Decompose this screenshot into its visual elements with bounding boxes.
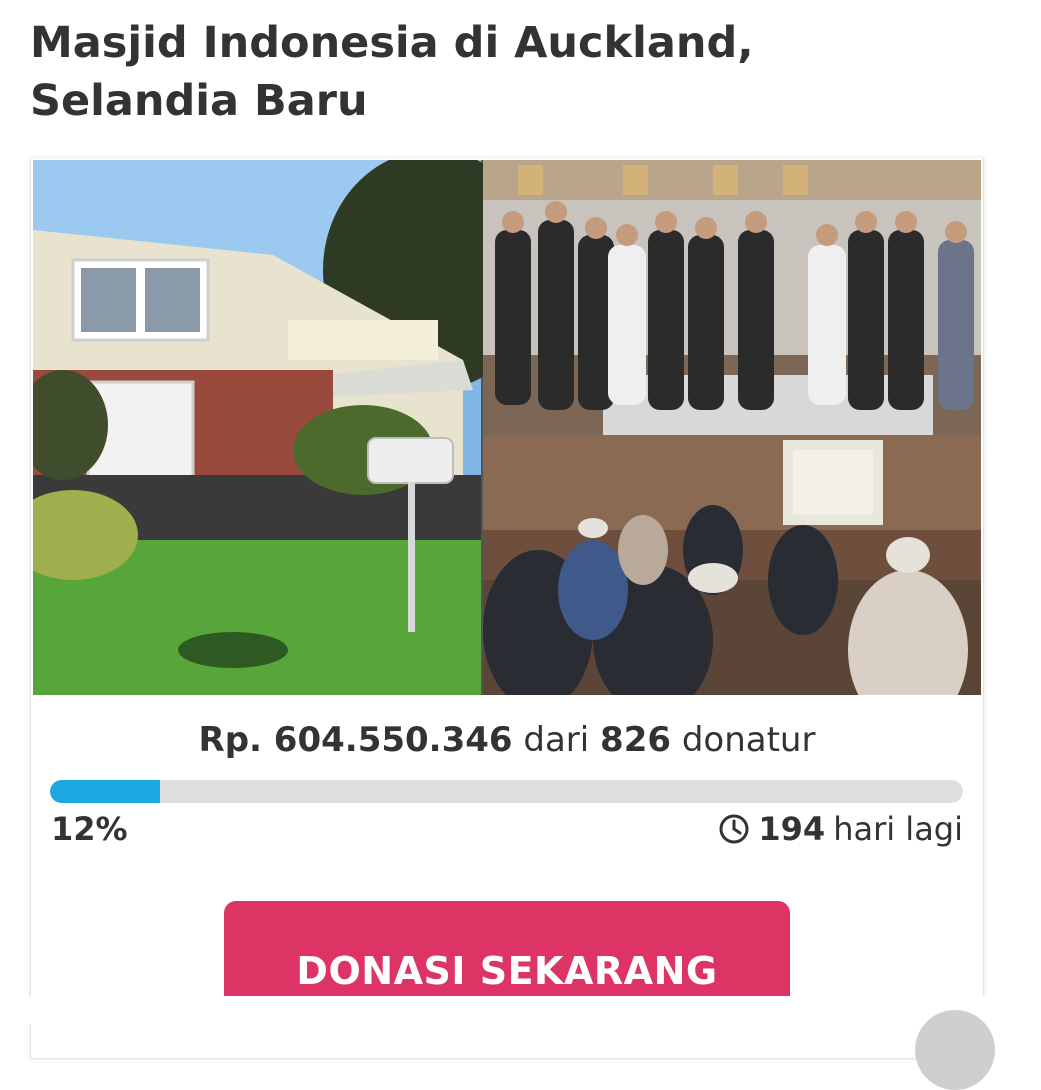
amount-connector: dari (523, 720, 590, 760)
clock-icon (718, 813, 750, 845)
floating-action-circle[interactable] (915, 1010, 995, 1090)
donor-label: donatur (681, 720, 816, 760)
days-count: 194 (758, 810, 826, 848)
campaign-card[interactable]: Rp. 604.550.346 dari 826 donatur 12% 194… (30, 158, 984, 1059)
page-bottom-edge (0, 996, 1041, 1024)
amount-raised: Rp. 604.550.346 (198, 720, 513, 760)
progress-percent: 12% (51, 810, 128, 848)
progress-fill (50, 780, 160, 803)
group-photo (483, 160, 981, 435)
days-label: hari lagi (833, 810, 963, 848)
house-photo (33, 160, 543, 695)
donation-summary: Rp. 604.550.346 dari 826 donatur (31, 720, 983, 760)
days-remaining: 194 hari lagi (718, 810, 963, 848)
study-photo (483, 435, 981, 695)
donor-count: 826 (600, 720, 672, 760)
progress-bar (50, 780, 963, 803)
campaign-title: Masjid Indonesia di Auckland, Selandia B… (30, 18, 754, 126)
campaign-photo-collage[interactable] (33, 160, 981, 695)
donate-now-button[interactable]: DONASI SEKARANG (224, 901, 790, 1011)
